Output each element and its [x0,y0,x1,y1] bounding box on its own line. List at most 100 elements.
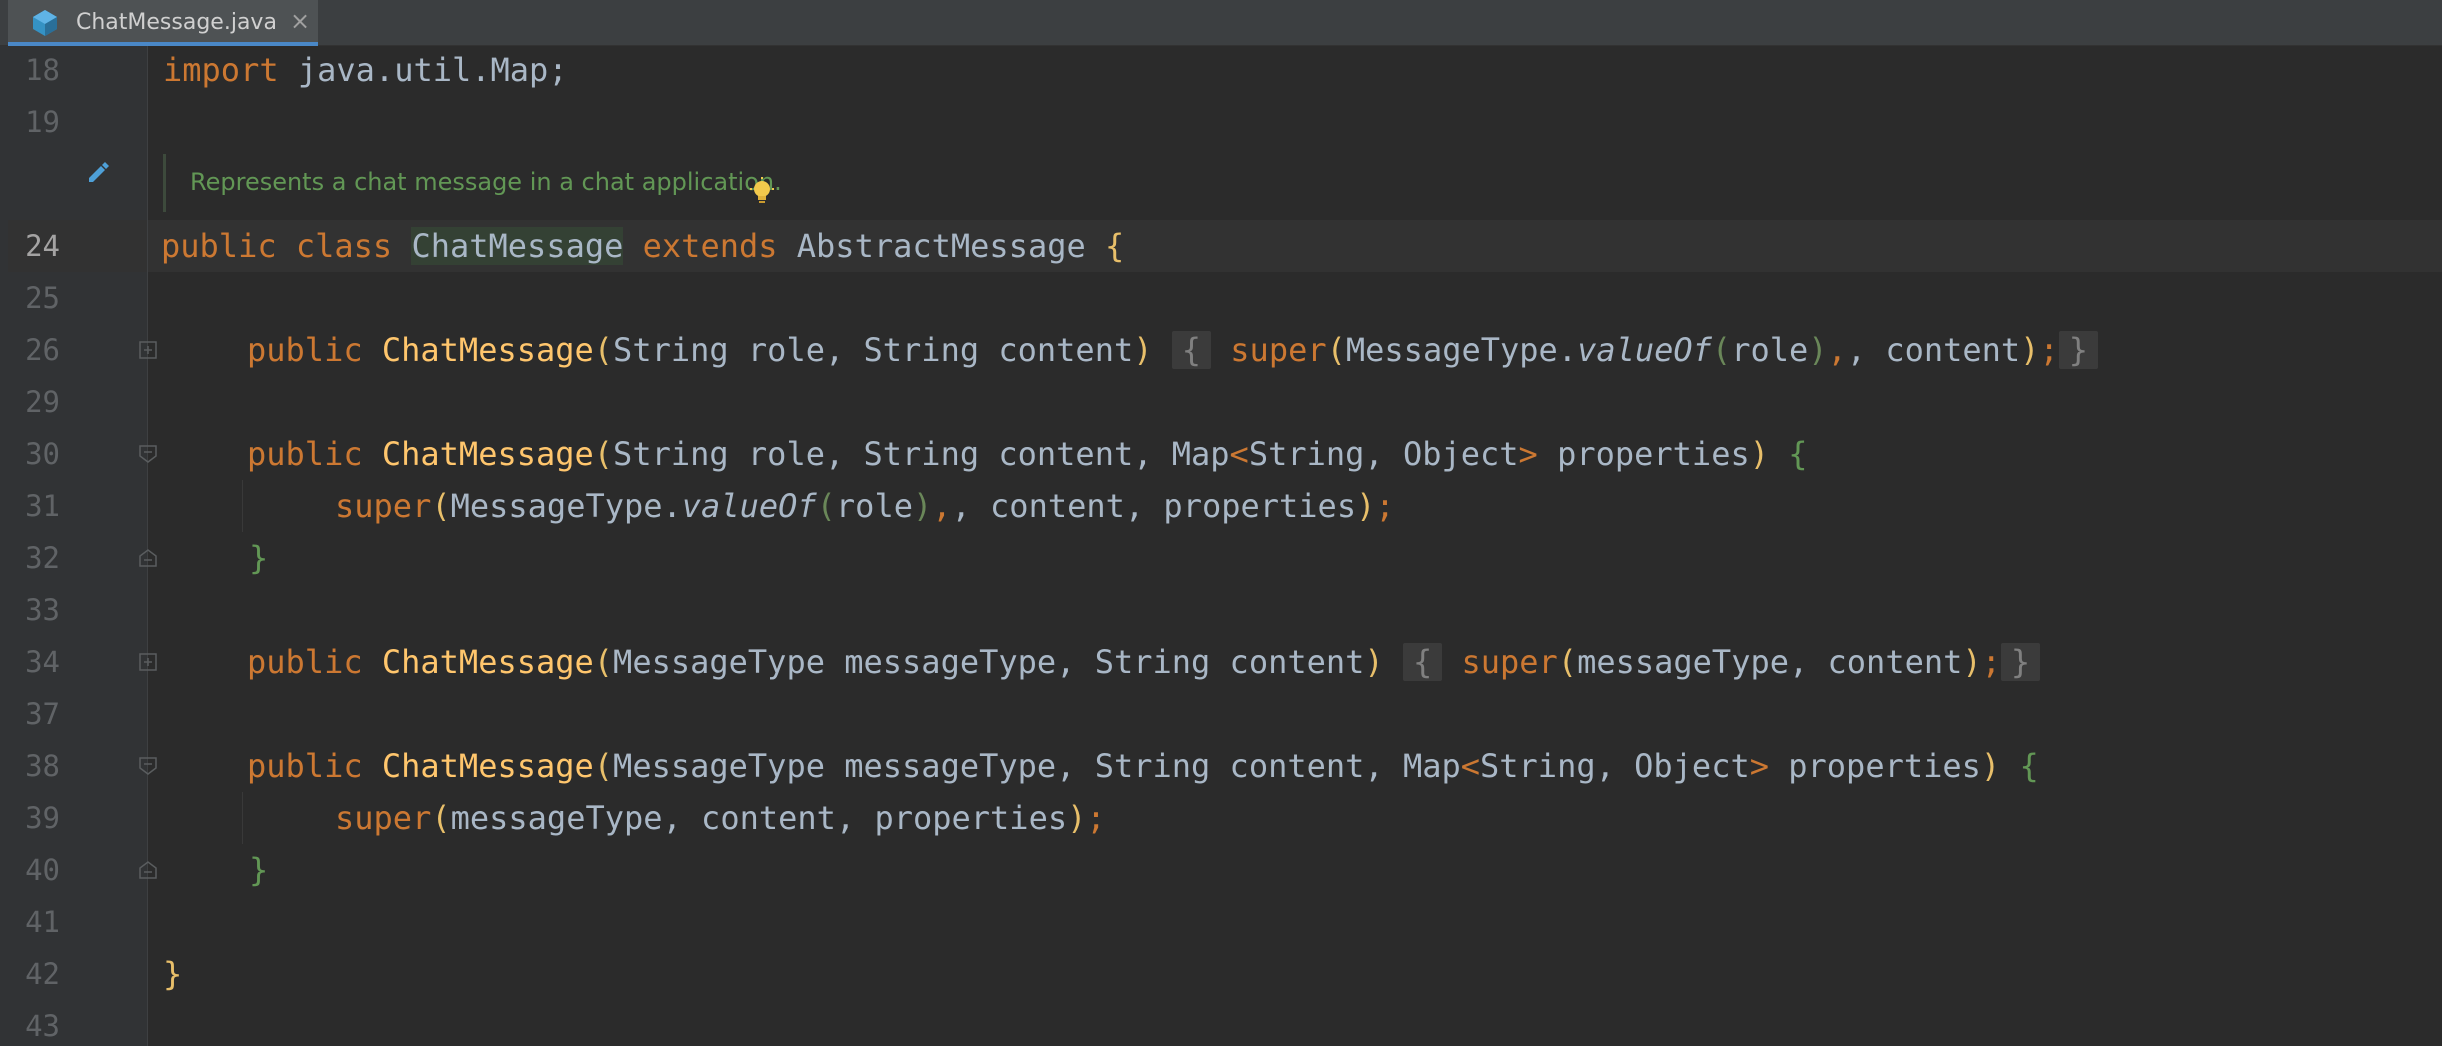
lightbulb-icon[interactable] [746,176,778,208]
folded-brace-open[interactable]: { [1402,643,1443,681]
indent-guide [242,792,243,844]
code-line-34[interactable]: public ChatMessage(MessageType messageTy… [247,636,2041,688]
class-name: ChatMessage [411,227,624,265]
param-properties: properties [1768,747,1981,785]
left-strip [0,46,8,1046]
keyword-public: public [247,747,363,785]
generic-args: String, Object [1480,747,1750,785]
super-args: messageType, content [1577,643,1963,681]
code-line-31[interactable]: super(MessageType.valueOf(role),, conten… [335,480,1395,532]
keyword-super: super [1461,643,1558,681]
paren-open: ( [1326,331,1346,369]
code-line-38[interactable]: public ChatMessage(MessageType messageTy… [247,740,2039,792]
constructor-name: ChatMessage [381,435,594,473]
paren-open: ( [431,487,451,525]
generic-lt: < [1229,435,1249,473]
tab-chatmessage-java[interactable]: ChatMessage.java × [8,0,318,46]
fold-expand-icon[interactable] [137,651,159,673]
keyword-class: class [295,227,393,265]
import-path: java.util.Map; [278,51,568,89]
code-line-26[interactable]: public ChatMessage(String role, String c… [247,324,2098,376]
semicolon: ; [1086,799,1106,837]
line-number: 38 [25,749,60,783]
tab-label: ChatMessage.java [76,10,277,35]
code-line-30[interactable]: public ChatMessage(String role, String c… [247,428,1808,480]
constructor-params: String role, String content, Map [613,435,1230,473]
paren-close: ) [1133,331,1153,369]
open-brace: { [2019,747,2039,785]
folded-brace-open[interactable]: { [1171,331,1212,369]
keyword-public: public [247,435,363,473]
close-brace: } [249,851,269,889]
comma: , [932,487,952,525]
line-number: 43 [25,1009,60,1043]
keyword-import: import [163,51,279,89]
close-brace: } [163,955,183,993]
java-class-icon [33,10,57,36]
constructor-name: ChatMessage [381,643,594,681]
generic-lt: < [1460,747,1480,785]
folded-brace-close[interactable]: } [2000,643,2041,681]
paren-close: ) [1067,799,1087,837]
line-number: 19 [25,105,60,139]
line-number: 18 [25,53,60,87]
fold-end-icon[interactable] [137,859,159,881]
indent-guide [242,480,243,532]
generic-gt: > [1749,747,1769,785]
code-line-42[interactable]: } [163,948,182,1000]
line-number: 42 [25,957,60,991]
keyword-public: public [247,643,363,681]
pencil-icon[interactable] [84,158,112,186]
paren-close: ) [2020,331,2040,369]
paren-close: ) [1749,435,1769,473]
constructor-params: String role, String content [613,331,1134,369]
paren-open: ( [593,331,614,369]
line-number: 33 [25,593,60,627]
fold-expand-icon[interactable] [137,339,159,361]
folded-brace-close[interactable]: } [2058,331,2098,369]
constructor-name: ChatMessage [381,747,594,785]
gutter-separator [147,46,148,1046]
message-type-ref: MessageType. [1345,331,1578,369]
doc-comment-text: Represents a chat message in a chat appl… [190,168,782,196]
line-number: 25 [25,281,60,315]
paren-close: ) [912,487,933,525]
constructor-name: ChatMessage [381,331,594,369]
paren-open: ( [816,487,836,525]
code-line-40[interactable]: } [249,844,268,896]
paren-close: ) [1962,643,1982,681]
code-line-24[interactable]: public class ChatMessage extends Abstrac… [161,220,1124,272]
semicolon: ; [1375,487,1395,525]
close-icon[interactable]: × [290,6,310,36]
constructor-params: MessageType messageType, String content [613,643,1365,681]
keyword-super: super [335,799,432,837]
fold-end-icon[interactable] [137,547,159,569]
message-type-ref: MessageType. [450,487,682,525]
constructor-params: MessageType messageType, String content,… [613,747,1461,785]
method-value-of: valueOf [681,487,817,525]
line-number-current: 24 [25,229,60,263]
generic-args: String, Object [1248,435,1519,473]
keyword-public: public [161,227,277,265]
paren-close: ) [1364,643,1384,681]
line-number: 40 [25,853,60,887]
code-line-18[interactable]: import java.util.Map; [163,44,568,96]
open-brace: { [1105,227,1125,265]
fold-collapse-icon[interactable] [137,443,159,465]
paren-close: ) [1980,747,2001,785]
open-brace: { [1788,435,1808,473]
keyword-extends: extends [642,227,778,265]
line-number: 26 [25,333,60,367]
line-number: 30 [25,437,60,471]
code-line-39[interactable]: super(messageType, content, properties); [335,792,1106,844]
super-class-name: AbstractMessage [796,227,1086,265]
paren-close: ) [1356,487,1376,525]
method-value-of: valueOf [1577,331,1712,369]
arg-role: role [835,487,913,525]
arg-role: role [1731,331,1809,369]
code-line-32[interactable]: } [249,532,268,584]
paren-open: ( [431,799,451,837]
fold-collapse-icon[interactable] [137,755,159,777]
editor-tab-bar: ChatMessage.java × [0,0,2442,46]
args-rest: , content, properties [951,487,1357,525]
